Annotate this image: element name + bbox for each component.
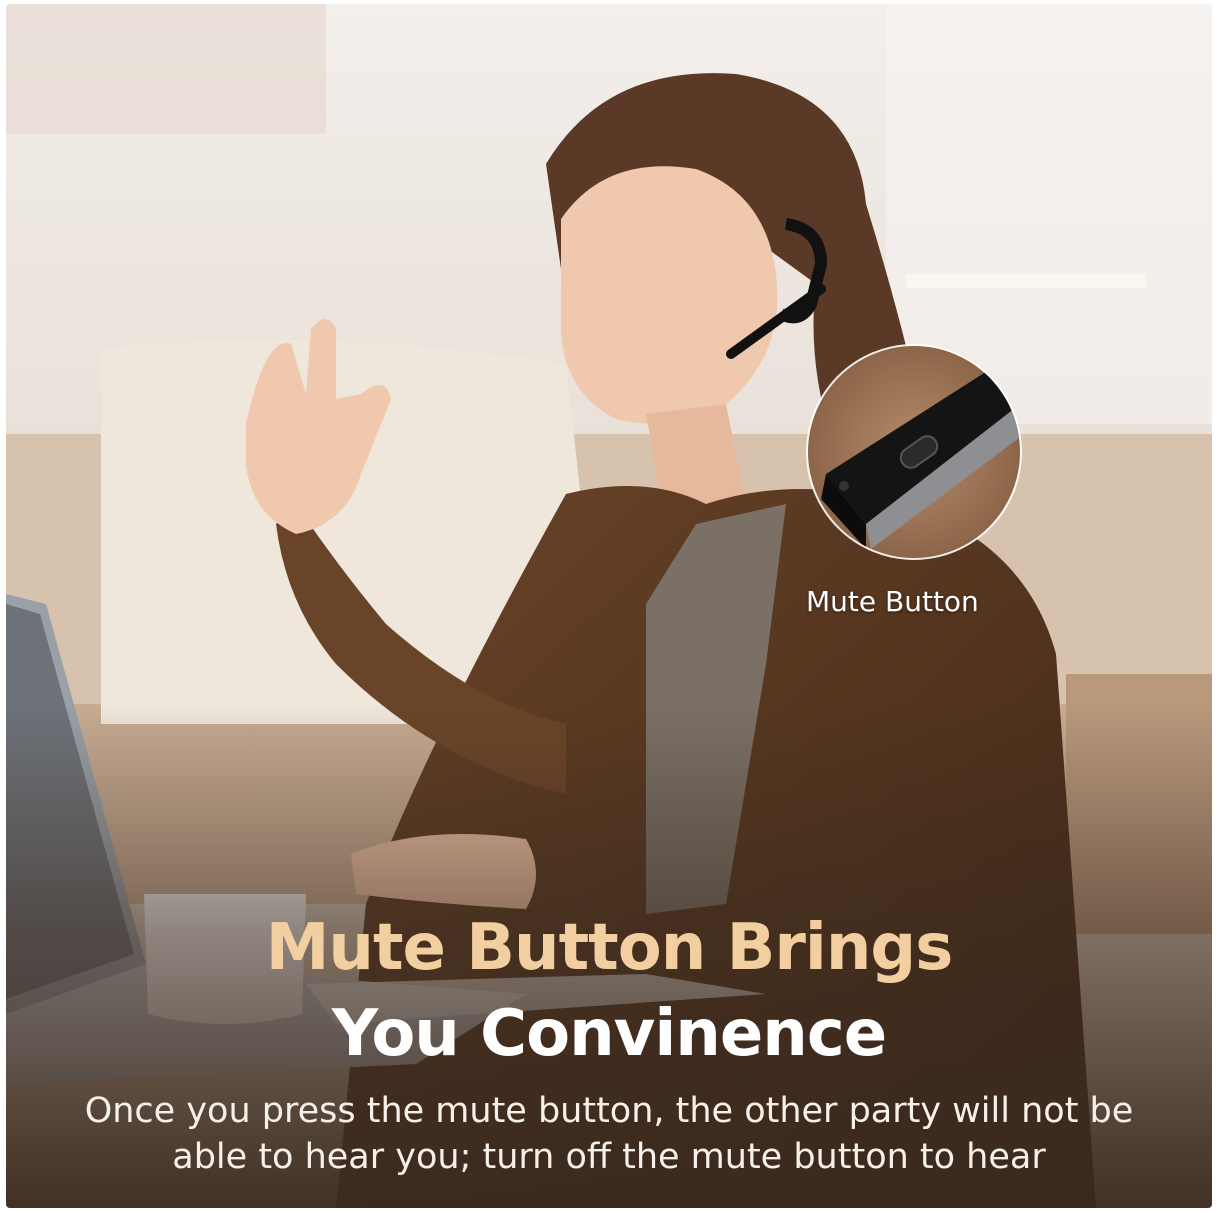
description-text: Once you press the mute button, the othe…	[76, 1088, 1142, 1180]
description-line-2: able to hear you; turn off the mute butt…	[172, 1137, 1046, 1177]
product-image-frame: Mute Button Mute Button Brings You Convi…	[6, 4, 1212, 1208]
headline-line-1: Mute Button Brings	[265, 911, 954, 985]
headline-line-2: You Convinence	[331, 997, 887, 1071]
description-line-1: Once you press the mute button, the othe…	[84, 1091, 1134, 1131]
mute-button-label: Mute Button	[806, 585, 979, 618]
